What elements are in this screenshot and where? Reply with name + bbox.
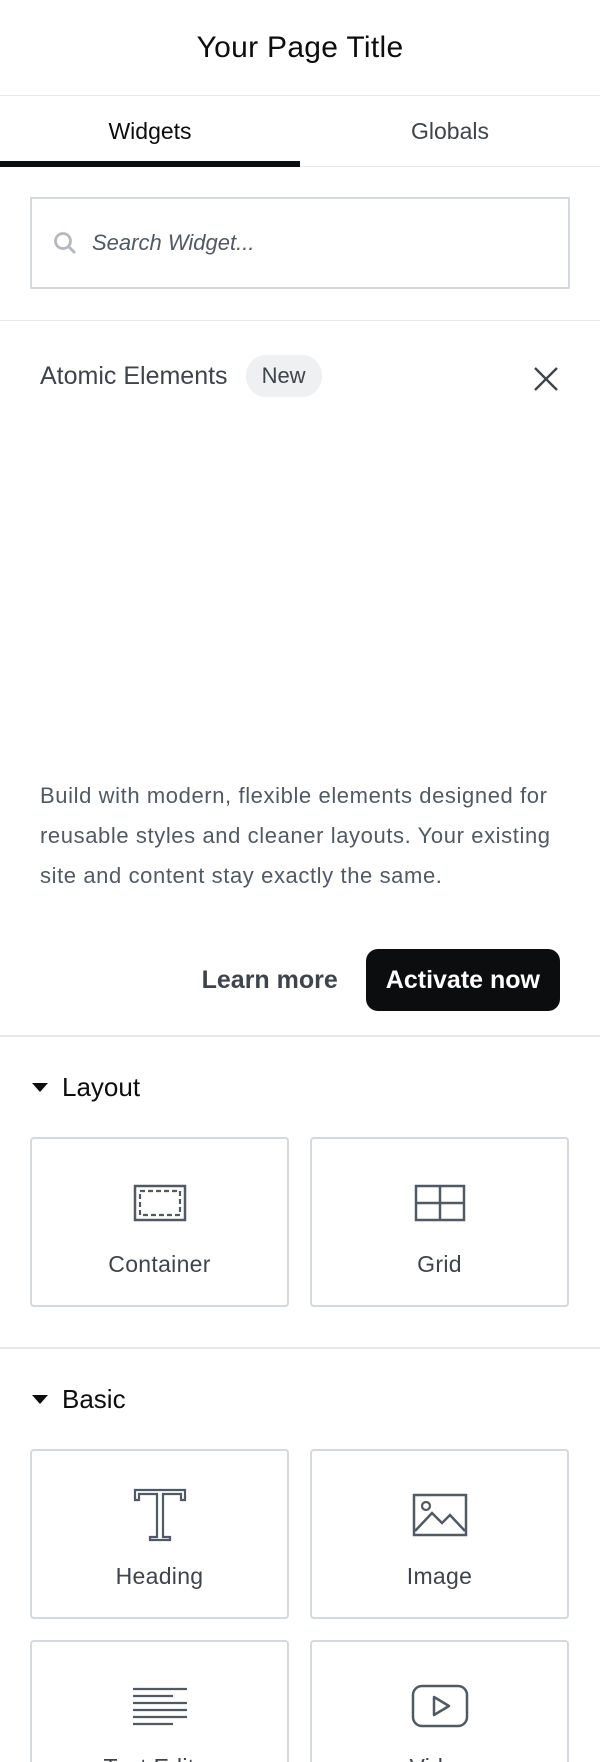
widget-label: Image: [406, 1563, 473, 1589]
basic-category: Basic Heading Image: [0, 1349, 600, 1762]
learn-more-link[interactable]: Learn more: [202, 966, 338, 995]
activate-now-button[interactable]: Activate now: [365, 949, 560, 1011]
layout-category: Layout Container Grid: [0, 1037, 600, 1349]
basic-category-title: Basic: [62, 1383, 126, 1414]
atomic-elements-promo: Atomic Elements New Build with modern, f…: [0, 321, 600, 1037]
panel-tabs: Widgets Globals: [0, 96, 600, 167]
widget-image[interactable]: Image: [310, 1449, 569, 1619]
tab-widgets[interactable]: Widgets: [0, 96, 300, 167]
widget-label: Video: [410, 1754, 470, 1762]
widget-label: Grid: [417, 1251, 462, 1277]
search-box[interactable]: [30, 197, 570, 289]
basic-category-toggle[interactable]: Basic: [30, 1349, 570, 1449]
heading-icon: [133, 1488, 186, 1542]
widget-video[interactable]: Video: [310, 1640, 569, 1762]
widget-label: Text Editor: [104, 1754, 216, 1762]
text-editor-icon: [132, 1687, 187, 1726]
caret-down-icon: [32, 1394, 48, 1404]
new-badge: New: [245, 355, 322, 397]
caret-down-icon: [32, 1082, 48, 1092]
close-icon[interactable]: [528, 361, 564, 397]
widget-text-editor[interactable]: Text Editor: [30, 1640, 289, 1762]
search-input[interactable]: [92, 230, 548, 256]
search-icon: [54, 232, 76, 254]
atomic-title: Atomic Elements: [40, 361, 228, 390]
widget-container[interactable]: Container: [30, 1137, 289, 1307]
widget-heading[interactable]: Heading: [30, 1449, 289, 1619]
atomic-description: Build with modern, flexible elements des…: [40, 783, 551, 888]
layout-category-toggle[interactable]: Layout: [30, 1037, 570, 1137]
layout-category-title: Layout: [62, 1071, 141, 1102]
widget-label: Container: [108, 1251, 211, 1277]
search-area: [0, 167, 600, 321]
video-icon: [411, 1684, 468, 1728]
tab-globals[interactable]: Globals: [300, 96, 600, 166]
widget-label: Heading: [115, 1563, 204, 1589]
panel-header: Your Page Title: [0, 0, 600, 96]
image-icon: [412, 1493, 467, 1537]
container-icon: [133, 1184, 186, 1222]
page-title: Your Page Title: [196, 30, 404, 64]
widget-grid[interactable]: Grid: [310, 1137, 569, 1307]
grid-icon: [414, 1184, 465, 1222]
